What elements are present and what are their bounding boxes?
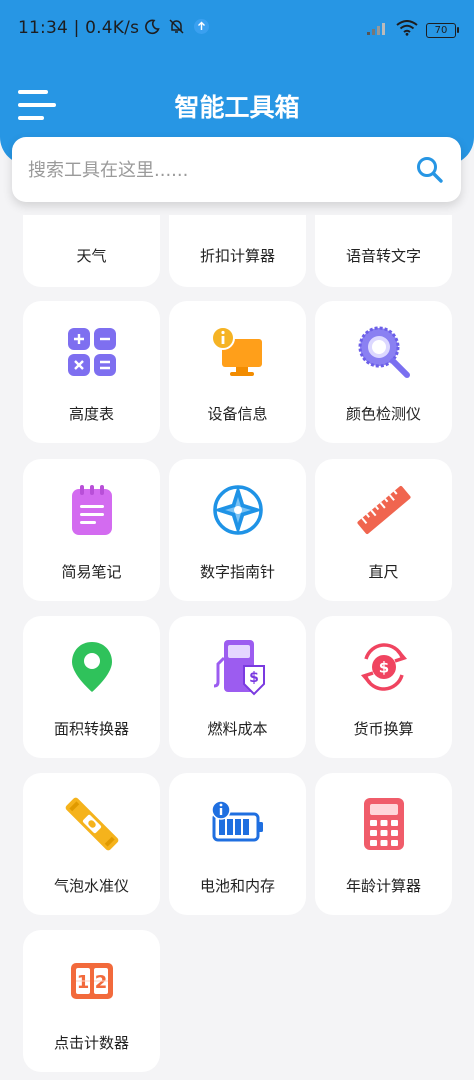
tool-label: 折扣计算器 xyxy=(199,247,275,265)
screen: 11:34 | 0.4K/s 70 智能工具箱 搜索工具在这里...... 天气… xyxy=(0,0,474,1080)
spirit-level-icon xyxy=(23,795,160,853)
tool-label: 语音转文字 xyxy=(345,247,421,265)
tool-label: 设备信息 xyxy=(207,405,268,423)
battery-level: 70 xyxy=(434,24,448,36)
network-speed: 0.4K/s xyxy=(85,18,140,38)
tool-label: 气泡水准仪 xyxy=(53,877,129,895)
moon-icon xyxy=(144,19,160,39)
svg-text:1: 1 xyxy=(76,972,89,993)
search-bar xyxy=(12,137,461,204)
signal-icon xyxy=(366,21,388,40)
tool-card-click-counter[interactable]: 1 2 点击计数器 xyxy=(23,930,160,1072)
status-separator: | xyxy=(73,18,86,38)
tool-card-fuel-cost[interactable]: $ 燃料成本 xyxy=(169,616,306,758)
tool-label: 电池和内存 xyxy=(199,877,275,895)
color-detector-icon xyxy=(315,323,452,381)
status-time-speed: 11:34 | 0.4K/s xyxy=(18,18,139,38)
location-pin-icon xyxy=(23,638,160,696)
battery-icon: 70 xyxy=(426,22,459,38)
search-icon xyxy=(417,157,443,183)
fuel-pump-icon: $ xyxy=(169,638,306,696)
notepad-icon xyxy=(23,481,160,539)
tool-card-notes[interactable]: 简易笔记 xyxy=(23,459,160,601)
page-title: 智能工具箱 xyxy=(174,93,300,122)
tool-card-age-calculator[interactable]: 年龄计算器 xyxy=(315,773,452,915)
tool-card-discount[interactable]: 折扣计算器 xyxy=(169,215,306,287)
tool-label: 高度表 xyxy=(68,405,114,423)
wifi-icon xyxy=(396,20,418,40)
calculator-icon xyxy=(315,795,452,853)
tool-card-compass[interactable]: 数字指南针 xyxy=(169,459,306,601)
search-button[interactable] xyxy=(415,155,445,185)
svg-text:$: $ xyxy=(378,659,388,677)
tool-card-color-detector[interactable]: 颜色检测仪 xyxy=(315,301,452,443)
tool-label: 天气 xyxy=(76,247,107,265)
status-icons-left xyxy=(144,18,210,39)
upload-badge-icon xyxy=(193,18,210,39)
tool-card-currency[interactable]: $ 货币换算 xyxy=(315,616,452,758)
status-time: 11:34 xyxy=(18,18,68,38)
tally-counter-icon: 1 2 xyxy=(23,952,160,1010)
mute-bell-icon xyxy=(168,18,185,39)
tool-label: 简易笔记 xyxy=(61,563,122,581)
calculator-grid-icon xyxy=(23,323,160,381)
tool-label: 颜色检测仪 xyxy=(345,405,421,423)
tool-card-area-converter[interactable]: 面积转换器 xyxy=(23,616,160,758)
svg-text:$: $ xyxy=(249,670,259,686)
tool-label: 面积转换器 xyxy=(53,720,129,738)
svg-text:2: 2 xyxy=(94,972,107,993)
tool-card-speech[interactable]: 语音转文字 xyxy=(315,215,452,287)
tool-card-altimeter[interactable]: 高度表 xyxy=(23,301,160,443)
tool-card-weather[interactable]: 天气 xyxy=(23,215,160,287)
tool-label: 直尺 xyxy=(368,563,399,581)
tool-label: 年龄计算器 xyxy=(345,877,421,895)
tool-card-bubble-level[interactable]: 气泡水准仪 xyxy=(23,773,160,915)
device-info-icon xyxy=(169,323,306,381)
tool-label: 燃料成本 xyxy=(207,720,268,738)
compass-icon xyxy=(169,481,306,539)
tool-card-device-info[interactable]: 设备信息 xyxy=(169,301,306,443)
tool-label: 数字指南针 xyxy=(199,563,275,581)
tool-card-ruler[interactable]: 直尺 xyxy=(315,459,452,601)
battery-info-icon xyxy=(169,795,306,853)
search-input[interactable] xyxy=(26,137,400,204)
status-icons-right: 70 xyxy=(366,20,459,40)
status-bar: 11:34 | 0.4K/s 70 xyxy=(0,0,474,58)
ruler-icon xyxy=(315,481,452,539)
tool-label: 点击计数器 xyxy=(53,1034,129,1052)
currency-exchange-icon: $ xyxy=(315,638,452,696)
tool-card-battery-memory[interactable]: 电池和内存 xyxy=(169,773,306,915)
tool-label: 货币换算 xyxy=(353,720,414,738)
